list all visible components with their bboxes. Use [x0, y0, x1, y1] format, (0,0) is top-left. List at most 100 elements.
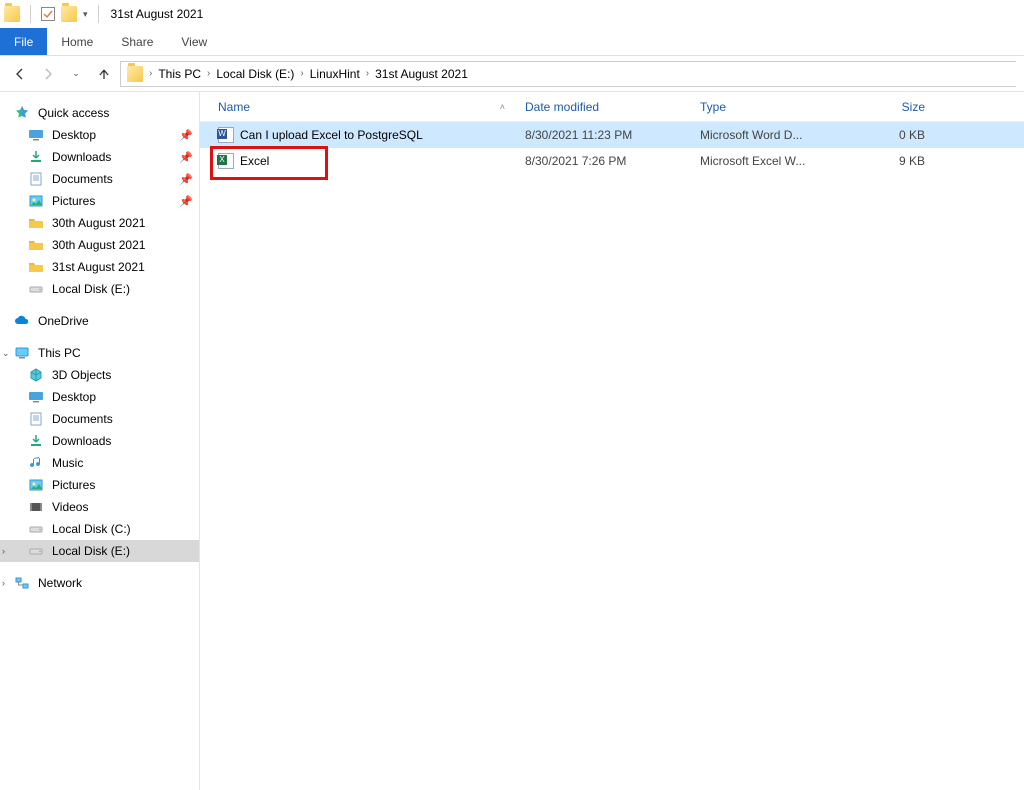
tab-home[interactable]: Home	[47, 28, 107, 55]
up-button[interactable]	[92, 62, 116, 86]
folder-icon	[28, 237, 44, 253]
sidebar-item[interactable]: 31st August 2021	[0, 256, 199, 278]
chevron-right-icon[interactable]: ›	[207, 68, 210, 79]
window-title: 31st August 2021	[111, 7, 204, 21]
tab-view-label: View	[181, 35, 207, 49]
word-file-icon	[218, 127, 234, 143]
column-date[interactable]: Date modified	[515, 100, 690, 114]
sidebar-item-label: Local Disk (E:)	[52, 544, 130, 558]
back-button[interactable]	[8, 62, 32, 86]
drive-icon	[28, 521, 44, 537]
file-date-cell: 8/30/2021 11:23 PM	[515, 128, 690, 142]
ribbon-tabs: File Home Share View	[0, 28, 1024, 56]
sidebar-item[interactable]: Local Disk (E:)	[0, 278, 199, 300]
sidebar-item-label: Documents	[52, 172, 113, 186]
file-name-cell: Can I upload Excel to PostgreSQL	[200, 127, 515, 143]
file-row[interactable]: Can I upload Excel to PostgreSQL8/30/202…	[200, 122, 1024, 148]
column-size[interactable]: Size	[855, 100, 935, 114]
sidebar-item[interactable]: Documents📌	[0, 168, 199, 190]
chevron-right-icon[interactable]: ›	[366, 68, 369, 79]
sidebar-item[interactable]: Downloads📌	[0, 146, 199, 168]
crumb-folder-1[interactable]: LinuxHint	[310, 67, 360, 81]
group-this-pc: ⌄ This PC 3D ObjectsDesktop Documents Down…	[0, 342, 199, 562]
sidebar-item[interactable]: Videos	[0, 496, 199, 518]
group-quick-access: Quick access Desktop📌Downloads📌Documents…	[0, 102, 199, 300]
chevron-right-icon[interactable]: ›	[149, 68, 152, 79]
file-name-label: Excel	[240, 154, 269, 168]
sidebar-item-label: 30th August 2021	[52, 238, 145, 252]
file-type-cell: Microsoft Excel W...	[690, 154, 855, 168]
sidebar-item[interactable]: Local Disk (C:)	[0, 518, 199, 540]
document-icon	[28, 171, 44, 187]
pin-icon: 📌	[179, 151, 193, 164]
sidebar-onedrive[interactable]: OneDrive	[0, 310, 199, 332]
file-size-cell: 9 KB	[855, 154, 935, 168]
sidebar-item[interactable]: Music	[0, 452, 199, 474]
column-name-label: Name	[218, 100, 250, 114]
sidebar-item-label: Videos	[52, 500, 88, 514]
tab-view[interactable]: View	[167, 28, 221, 55]
sidebar-item-label: Local Disk (E:)	[52, 282, 130, 296]
chevron-right-icon[interactable]: ›	[300, 68, 303, 79]
title-bar: ▾ 31st August 2021	[0, 0, 1024, 28]
crumb-folder-2[interactable]: 31st August 2021	[375, 67, 468, 81]
navigation-pane: Quick access Desktop📌Downloads📌Documents…	[0, 92, 200, 790]
crumb-this-pc[interactable]: This PC	[158, 67, 201, 81]
sidebar-network[interactable]: › Network	[0, 572, 199, 594]
recent-locations-button[interactable]: ⌄	[64, 62, 88, 86]
sidebar-item-label: Desktop	[52, 128, 96, 142]
tab-file[interactable]: File	[0, 28, 47, 55]
sidebar-item[interactable]: Desktop 📌	[0, 124, 199, 146]
excel-file-icon	[218, 153, 234, 169]
sidebar-item-label: Downloads	[52, 434, 111, 448]
new-folder-icon[interactable]	[61, 6, 77, 22]
file-row[interactable]: Excel8/30/2021 7:26 PMMicrosoft Excel W.…	[200, 148, 1024, 174]
group-onedrive: OneDrive	[0, 310, 199, 332]
document-icon	[28, 411, 44, 427]
separator	[30, 5, 31, 23]
sidebar-item-label: Local Disk (C:)	[52, 522, 131, 536]
chevron-down-icon[interactable]: ⌄	[2, 348, 10, 359]
address-bar[interactable]: › This PC › Local Disk (E:) › LinuxHint …	[120, 61, 1016, 87]
column-name[interactable]: Name ˄	[200, 100, 515, 114]
sidebar-item-label: Documents	[52, 412, 113, 426]
folder-icon	[28, 215, 44, 231]
sidebar-item[interactable]: Documents	[0, 408, 199, 430]
sidebar-item[interactable]: Pictures📌	[0, 190, 199, 212]
folder-icon	[28, 259, 44, 275]
chevron-right-icon[interactable]: ›	[2, 578, 5, 588]
sidebar-item[interactable]: Downloads	[0, 430, 199, 452]
sidebar-quick-access-label: Quick access	[38, 106, 109, 120]
sidebar-item[interactable]: › Local Disk (E:)	[0, 540, 199, 562]
sidebar-item-label: Music	[52, 456, 83, 470]
pin-icon: 📌	[179, 129, 193, 142]
app-folder-icon	[4, 6, 20, 22]
sidebar-item[interactable]: 30th August 2021	[0, 234, 199, 256]
column-type-label: Type	[700, 100, 726, 114]
column-type[interactable]: Type	[690, 100, 855, 114]
sidebar-item[interactable]: 3D Objects	[0, 364, 199, 386]
drive-icon	[28, 281, 44, 297]
crumb-drive[interactable]: Local Disk (E:)	[216, 67, 294, 81]
address-folder-icon	[127, 66, 143, 82]
file-list-pane: Name ˄ Date modified Type Size Can I upl…	[200, 92, 1024, 790]
properties-check-icon[interactable]	[41, 7, 55, 21]
forward-button[interactable]	[36, 62, 60, 86]
file-type-cell: Microsoft Word D...	[690, 128, 855, 142]
tab-home-label: Home	[61, 35, 93, 49]
column-headers: Name ˄ Date modified Type Size	[200, 92, 1024, 122]
sidebar-item-label: Pictures	[52, 478, 95, 492]
picture-icon	[28, 193, 44, 209]
tab-share[interactable]: Share	[107, 28, 167, 55]
sidebar-quick-access[interactable]: Quick access	[0, 102, 199, 124]
chevron-right-icon[interactable]: ›	[2, 546, 5, 556]
sidebar-item[interactable]: Desktop	[0, 386, 199, 408]
group-network: › Network	[0, 572, 199, 594]
sidebar-this-pc[interactable]: ⌄ This PC	[0, 342, 199, 364]
main-area: Quick access Desktop📌Downloads📌Documents…	[0, 92, 1024, 790]
column-date-label: Date modified	[525, 100, 599, 114]
sidebar-item[interactable]: Pictures	[0, 474, 199, 496]
sidebar-onedrive-label: OneDrive	[38, 314, 89, 328]
sidebar-item[interactable]: 30th August 2021	[0, 212, 199, 234]
qat-dropdown-icon[interactable]: ▾	[83, 9, 88, 20]
